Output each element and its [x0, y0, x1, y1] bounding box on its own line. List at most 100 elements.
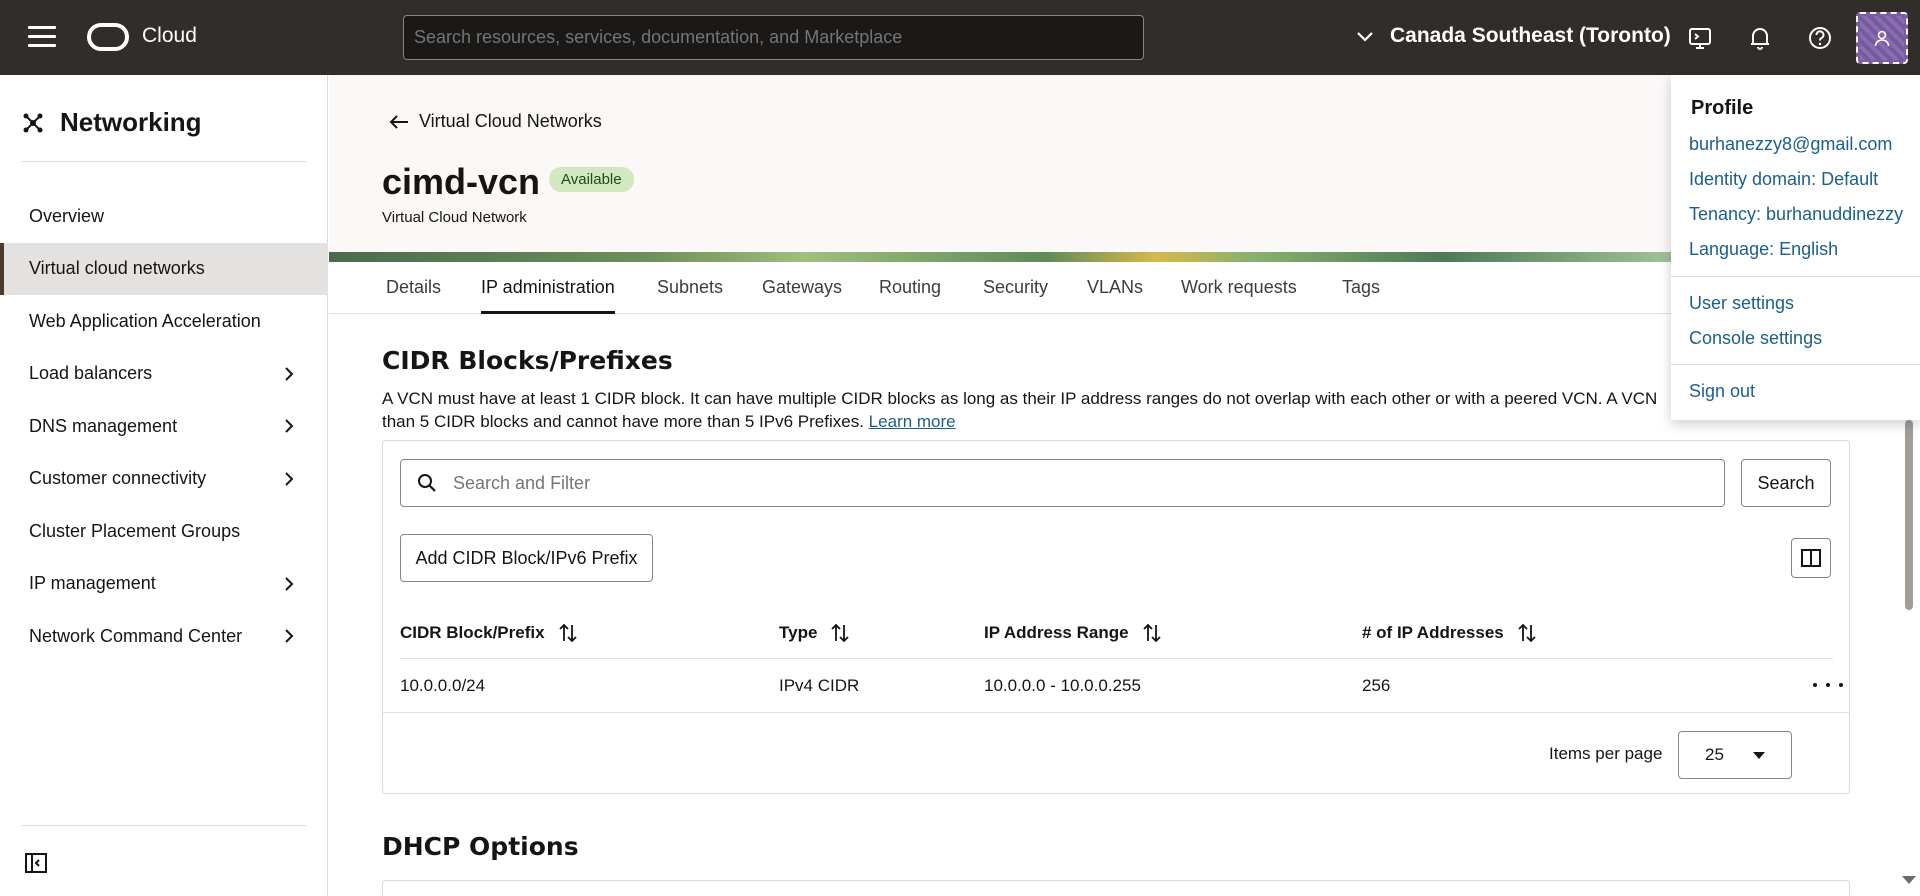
column-header-ip-range[interactable]: IP Address Range	[984, 623, 1161, 643]
brand-name[interactable]: Cloud	[142, 24, 197, 48]
sidebar: Networking Overview Virtual cloud networ…	[0, 75, 328, 896]
cell-cidr: 10.0.0.0/24	[400, 676, 486, 695]
column-label: CIDR Block/Prefix	[400, 623, 545, 642]
search-button[interactable]: Search	[1741, 459, 1831, 507]
table-row: 10.0.0.0/24 IPv4 CIDR 10.0.0.0 - 10.0.0.…	[383, 659, 1849, 713]
cidr-table-panel: Search Add CIDR Block/IPv6 Prefix CIDR B…	[382, 440, 1850, 794]
column-label: # of IP Addresses	[1362, 623, 1504, 642]
help-icon[interactable]	[1806, 24, 1834, 52]
chevron-right-icon	[285, 576, 294, 591]
networking-icon	[23, 113, 43, 132]
tab-details[interactable]: Details	[386, 262, 441, 314]
status-badge: Available	[549, 167, 634, 192]
divider	[1671, 276, 1920, 277]
search-filter-input[interactable]	[453, 472, 1653, 494]
profile-email-link[interactable]: burhanezzy8@gmail.com	[1689, 134, 1892, 155]
console-settings-link[interactable]: Console settings	[1689, 328, 1822, 349]
row-actions-icon[interactable]	[1813, 674, 1843, 696]
tab-routing[interactable]: Routing	[879, 262, 941, 314]
cell-ip-range: 10.0.0.0 - 10.0.0.255	[984, 676, 1141, 695]
sidebar-item-network-command-center[interactable]: Network Command Center	[0, 610, 328, 663]
tab-tags[interactable]: Tags	[1342, 262, 1380, 314]
sidebar-item-label: Customer connectivity	[29, 468, 207, 489]
items-per-page-select[interactable]: 25	[1678, 731, 1792, 779]
section-title-dhcp: DHCP Options	[382, 832, 579, 861]
oracle-logo-icon[interactable]	[87, 23, 129, 51]
language-link[interactable]: Language: English	[1689, 239, 1838, 260]
section-description: A VCN must have at least 1 CIDR block. I…	[382, 387, 1682, 433]
sidebar-item-web-application-acceleration[interactable]: Web Application Acceleration	[0, 295, 328, 348]
chevron-right-icon	[285, 629, 294, 643]
chevron-right-icon	[285, 419, 294, 433]
caret-down-icon	[1753, 752, 1765, 759]
sort-icon	[831, 623, 850, 643]
sidebar-item-label: Web Application Acceleration	[29, 310, 261, 331]
page-subtitle: Virtual Cloud Network	[382, 209, 527, 226]
tab-work-requests[interactable]: Work requests	[1181, 262, 1297, 314]
sidebar-item-label: IP management	[29, 573, 156, 594]
tab-subnets[interactable]: Subnets	[657, 262, 723, 314]
tab-ip-administration[interactable]: IP administration	[481, 262, 615, 314]
identity-domain-link[interactable]: Identity domain: Default	[1689, 169, 1878, 190]
column-label: IP Address Range	[984, 623, 1129, 642]
tenancy-link[interactable]: Tenancy: burhanuddinezzy	[1689, 204, 1903, 225]
sidebar-item-label: Overview	[29, 205, 105, 226]
column-header-cidr[interactable]: CIDR Block/Prefix	[400, 623, 577, 643]
divider	[22, 161, 306, 162]
region-selector[interactable]: Canada Southeast (Toronto)	[1355, 24, 1671, 48]
divider	[1671, 364, 1920, 365]
sidebar-item-ip-management[interactable]: IP management	[0, 558, 328, 611]
scroll-down-icon[interactable]	[1902, 876, 1916, 884]
learn-more-link[interactable]: Learn more	[869, 412, 956, 431]
bell-icon[interactable]	[1746, 24, 1774, 52]
sidebar-item-label: DNS management	[29, 415, 178, 436]
back-link[interactable]: Virtual Cloud Networks	[389, 111, 602, 132]
user-settings-link[interactable]: User settings	[1689, 293, 1794, 314]
column-settings-button[interactable]	[1791, 538, 1831, 578]
collapse-sidebar-icon[interactable]	[24, 851, 48, 875]
chevron-right-icon	[285, 471, 294, 486]
search-icon	[418, 474, 436, 492]
sidebar-item-load-balancers[interactable]: Load balancers	[0, 348, 328, 401]
description-line-2: than 5 CIDR blocks and cannot have more …	[382, 412, 864, 431]
profile-avatar[interactable]	[1856, 12, 1908, 64]
chevron-down-icon	[1357, 32, 1373, 42]
section-title: CIDR Blocks/Prefixes	[382, 346, 673, 375]
sidebar-item-label: Load balancers	[29, 363, 153, 384]
user-icon	[1860, 16, 1904, 60]
filter-box[interactable]	[400, 459, 1725, 507]
column-label: Type	[779, 623, 818, 642]
add-cidr-block-button[interactable]: Add CIDR Block/IPv6 Prefix	[400, 534, 653, 582]
menu-icon[interactable]	[28, 26, 56, 48]
cell-ip-count: 256	[1362, 676, 1391, 695]
global-search-input[interactable]	[403, 15, 1144, 60]
divider	[22, 825, 306, 826]
description-line-1: A VCN must have at least 1 CIDR block. I…	[382, 389, 1658, 408]
sidebar-item-label: Virtual cloud networks	[29, 258, 205, 279]
back-link-label: Virtual Cloud Networks	[419, 111, 602, 131]
cloud-shell-icon[interactable]	[1686, 24, 1714, 52]
column-header-ip-count[interactable]: # of IP Addresses	[1362, 623, 1536, 643]
chevron-right-icon	[285, 366, 294, 381]
top-bar: Cloud Canada Southeast (Toronto)	[0, 0, 1920, 75]
sidebar-title: Networking	[60, 107, 202, 137]
sidebar-item-cluster-placement-groups[interactable]: Cluster Placement Groups	[0, 505, 328, 558]
sidebar-item-overview[interactable]: Overview	[0, 190, 328, 243]
sign-out-link[interactable]: Sign out	[1689, 381, 1755, 402]
tab-gateways[interactable]: Gateways	[762, 262, 842, 314]
sidebar-item-customer-connectivity[interactable]: Customer connectivity	[0, 453, 328, 506]
tab-security[interactable]: Security	[983, 262, 1048, 314]
cell-type: IPv4 CIDR	[779, 676, 860, 695]
sidebar-header: Networking	[22, 107, 202, 138]
columns-icon	[1801, 549, 1821, 567]
sidebar-nav: Overview Virtual cloud networks Web Appl…	[0, 190, 328, 663]
table-header: CIDR Block/Prefix Type IP Address Range …	[400, 611, 1833, 659]
column-header-type[interactable]: Type	[779, 623, 850, 643]
scrollbar[interactable]	[1905, 420, 1913, 610]
items-per-page-value: 25	[1705, 745, 1724, 764]
sort-icon	[1142, 623, 1161, 643]
page-title: cimd-vcn	[382, 161, 541, 202]
sidebar-item-dns-management[interactable]: DNS management	[0, 400, 328, 453]
tab-vlans[interactable]: VLANs	[1087, 262, 1143, 314]
sidebar-item-virtual-cloud-networks[interactable]: Virtual cloud networks	[0, 242, 328, 295]
